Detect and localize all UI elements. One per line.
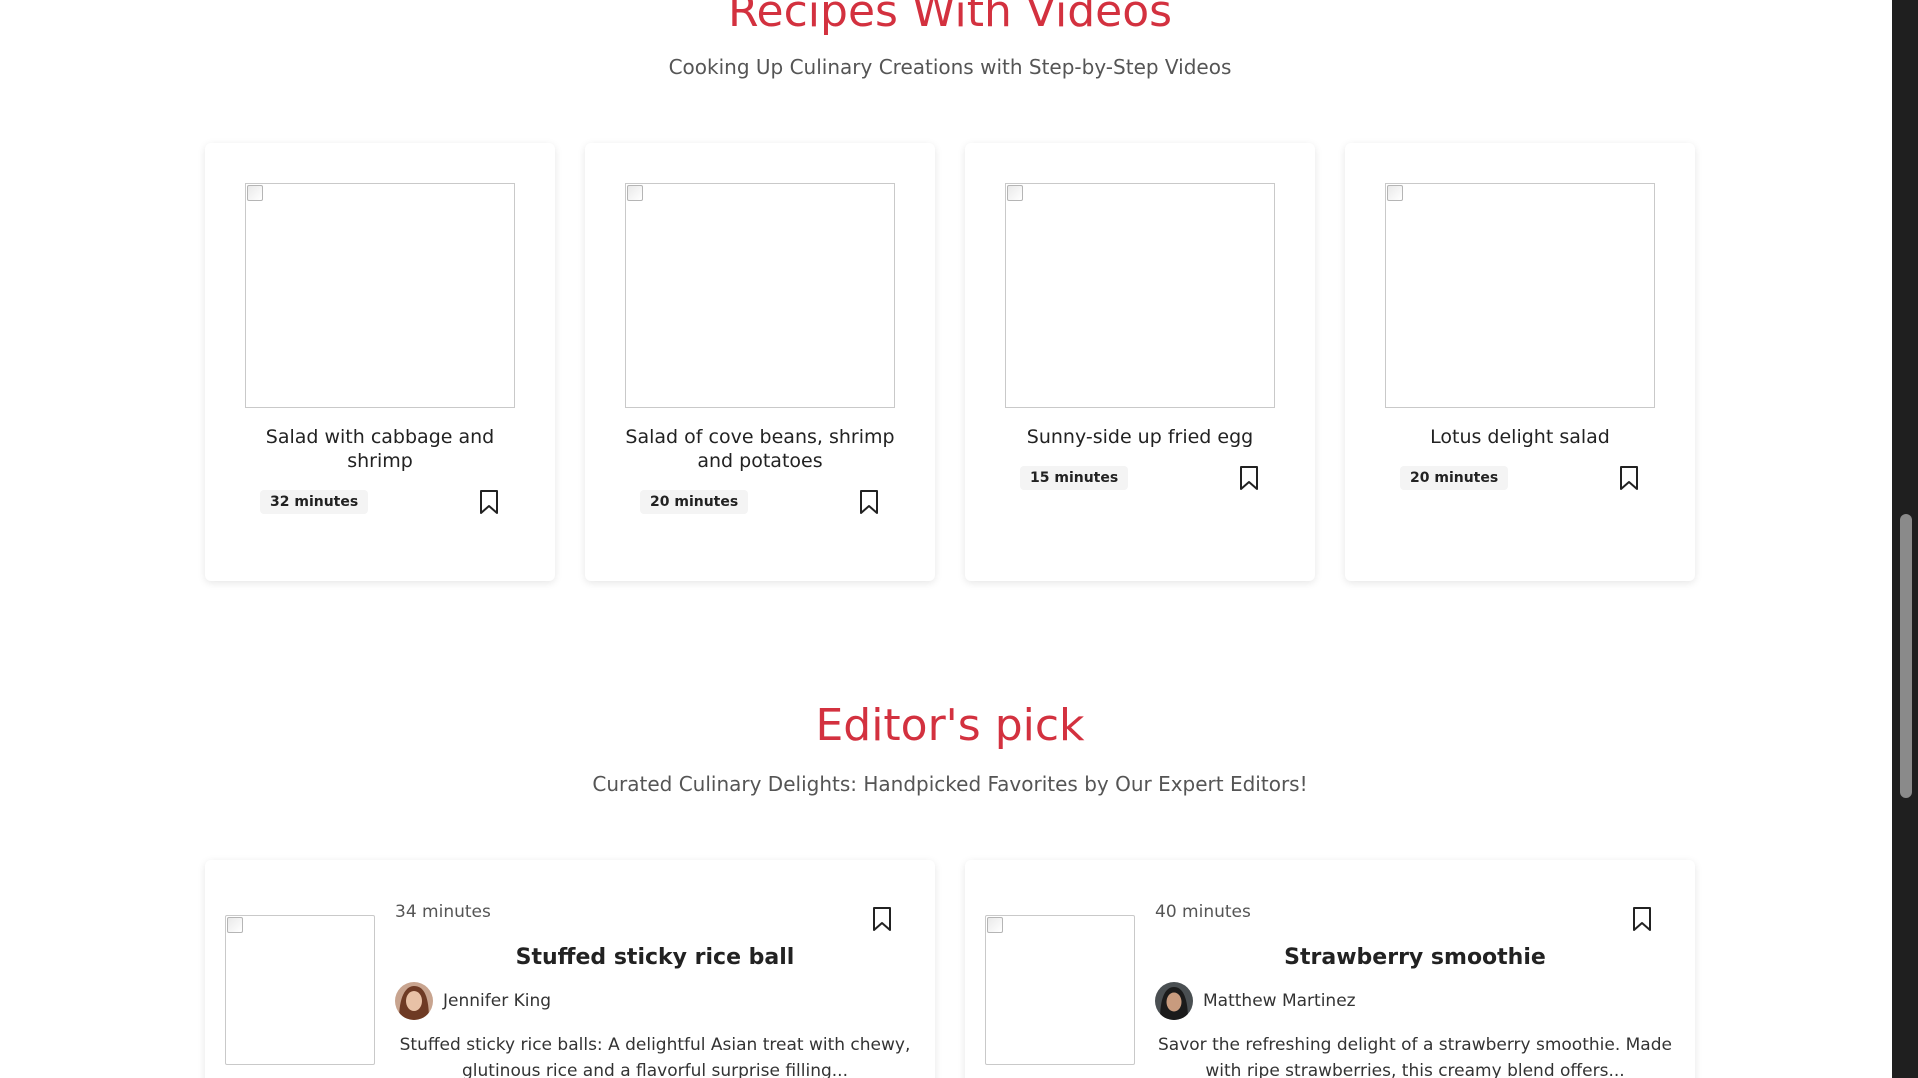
author-name: Jennifer King [443,991,552,1011]
avatar [395,982,433,1020]
editors-pick-subtitle: Curated Culinary Delights: Handpicked Fa… [592,772,1308,796]
recipe-meta: 15 minutes [1020,465,1260,491]
time-badge: 32 minutes [260,490,369,514]
recipe-meta: 20 minutes [1400,465,1640,491]
recipe-title[interactable]: Strawberry smoothie [1155,945,1675,970]
broken-image-icon [247,185,263,201]
author-name: Matthew Martinez [1203,991,1356,1011]
recipe-title[interactable]: Stuffed sticky rice ball [395,945,915,970]
bookmark-icon[interactable] [1618,465,1640,491]
recipes-with-videos-grid: Salad with cabbage and shrimp 32 minutes… [205,143,1695,581]
broken-image-icon [1007,185,1023,201]
page: Recipes With Videos Cooking Up Culinary … [0,0,1918,1078]
scrollbar-thumb[interactable] [1900,514,1912,798]
recipe-title[interactable]: Lotus delight salad [1375,425,1665,449]
broken-image-icon [227,917,243,933]
prep-time: 34 minutes [395,902,491,922]
video-recipe-card[interactable]: Lotus delight salad 20 minutes [1345,143,1695,581]
recipe-image[interactable] [625,183,895,408]
bookmark-icon[interactable] [1631,906,1653,932]
recipe-image[interactable] [1005,183,1275,408]
recipe-image[interactable] [1385,183,1655,408]
recipe-description: Stuffed sticky rice balls: A delightful … [399,1035,911,1078]
recipe-description: Savor the refreshing delight of a strawb… [1158,1035,1672,1078]
broken-image-icon [1387,185,1403,201]
recipe-title[interactable]: Sunny-side up fried egg [995,425,1285,449]
bookmark-icon[interactable] [858,489,880,515]
editors-pick-card[interactable]: 40 minutes Strawberry smoothie Matthew M… [965,860,1695,1078]
videos-section-title: Recipes With Videos [727,0,1173,37]
editors-pick-grid: 34 minutes Stuffed sticky rice ball Jenn… [205,860,1695,1078]
author: Jennifer King [395,982,551,1020]
bookmark-icon[interactable] [1238,465,1260,491]
videos-section-subtitle: Cooking Up Culinary Creations with Step-… [668,55,1232,79]
recipe-title[interactable]: Salad with cabbage and shrimp [235,425,525,473]
time-badge: 15 minutes [1020,466,1129,490]
time-badge: 20 minutes [640,490,749,514]
recipe-meta: 32 minutes [260,489,500,515]
prep-time: 40 minutes [1155,902,1251,922]
window-scroll-track[interactable] [1892,0,1918,1078]
recipe-meta: 20 minutes [640,489,880,515]
author: Matthew Martinez [1155,982,1356,1020]
video-recipe-card[interactable]: Sunny-side up fried egg 15 minutes [965,143,1315,581]
broken-image-icon [987,917,1003,933]
bookmark-icon[interactable] [871,906,893,932]
editors-pick-card[interactable]: 34 minutes Stuffed sticky rice ball Jenn… [205,860,935,1078]
bookmark-icon[interactable] [478,489,500,515]
broken-image-icon [627,185,643,201]
recipe-image[interactable] [225,915,375,1065]
recipe-image[interactable] [985,915,1135,1065]
recipe-image[interactable] [245,183,515,408]
video-recipe-card[interactable]: Salad with cabbage and shrimp 32 minutes [205,143,555,581]
editors-pick-title: Editor's pick [815,700,1085,751]
time-badge: 20 minutes [1400,466,1509,490]
avatar [1155,982,1193,1020]
recipe-title[interactable]: Salad of cove beans, shrimp and potatoes [615,425,905,473]
video-recipe-card[interactable]: Salad of cove beans, shrimp and potatoes… [585,143,935,581]
